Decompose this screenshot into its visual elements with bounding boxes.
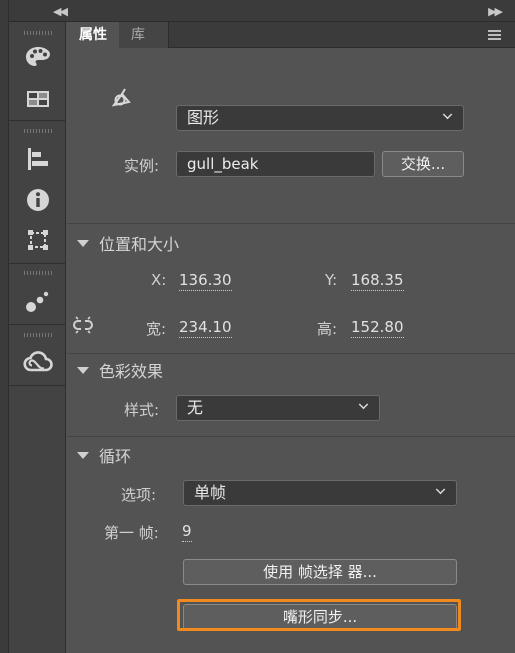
toolbar-separator (9, 385, 66, 386)
color-effect-title: 色彩效果 (99, 362, 164, 381)
toolbar-separator (9, 324, 66, 325)
color-style-dropdown[interactable]: 无 (176, 395, 380, 421)
panel-menu-icon[interactable] (488, 30, 501, 40)
collapse-triangle-icon (77, 367, 89, 374)
width-label: 宽: (146, 320, 167, 338)
color-style-value: 无 (187, 398, 204, 417)
height-label: 高: (317, 320, 338, 338)
section-divider (67, 436, 515, 437)
y-label: Y: (325, 271, 338, 289)
tab-library[interactable]: 库 (119, 22, 169, 48)
chevron-down-icon (435, 484, 446, 495)
position-size-header[interactable]: 位置和大小 (77, 231, 179, 255)
color-effect-header[interactable]: 色彩效果 (77, 358, 163, 382)
looping-header[interactable]: 循环 (77, 443, 131, 467)
style-label: 样式: (124, 401, 160, 419)
y-value[interactable]: 168.35 (351, 271, 404, 291)
use-frame-picker-button[interactable]: 使用 帧选择 器... (183, 559, 457, 585)
toolbar-grip[interactable] (24, 333, 52, 337)
chevron-down-icon (442, 109, 453, 120)
collapse-triangle-icon (77, 240, 89, 247)
height-value[interactable]: 152.80 (351, 318, 404, 338)
link-proportions-icon[interactable] (73, 316, 93, 338)
outer-left-edge (0, 0, 9, 653)
loop-options-value: 单帧 (194, 483, 227, 502)
panel-icon-column (9, 22, 66, 653)
swatches-icon[interactable] (23, 84, 53, 114)
width-value[interactable]: 234.10 (179, 318, 232, 338)
symbol-type-dropdown[interactable]: 图形 (176, 105, 464, 131)
collapse-left-icon[interactable]: ◀◀ (53, 5, 68, 18)
align-icon[interactable] (23, 144, 53, 174)
swap-button[interactable]: 交换... (382, 151, 464, 177)
highlight-outline (177, 599, 461, 631)
toolbar-separator (9, 120, 66, 121)
collapse-triangle-icon (77, 452, 89, 459)
toolbar-grip[interactable] (24, 271, 52, 275)
panel-tab-bar: 属性 库 (67, 22, 515, 48)
palette-icon[interactable] (23, 42, 53, 72)
toolbar-grip[interactable] (24, 129, 52, 133)
graphic-symbol-icon (111, 86, 133, 112)
toolbar-grip[interactable] (24, 31, 52, 35)
panel-dock-header: ◀◀ ▶▶ (9, 0, 515, 22)
motion-presets-icon[interactable] (23, 286, 53, 316)
first-frame-value[interactable]: 9 (182, 522, 192, 542)
section-divider (67, 353, 515, 354)
instance-name-label: 实例: (124, 157, 160, 175)
x-value[interactable]: 136.30 (179, 271, 232, 291)
tab-properties[interactable]: 属性 (67, 22, 119, 48)
loop-options-label: 选项: (121, 486, 157, 504)
position-size-title: 位置和大小 (99, 235, 180, 254)
first-frame-label: 第一 帧: (104, 524, 159, 542)
x-label: X: (151, 271, 167, 289)
info-icon[interactable] (23, 185, 53, 215)
symbol-type-value: 图形 (187, 108, 220, 127)
instance-name-field[interactable]: gull_beak (176, 151, 375, 177)
section-divider (67, 223, 515, 224)
collapse-right-icon[interactable]: ▶▶ (488, 5, 503, 18)
toolbar-separator (9, 263, 66, 264)
properties-panel: 属性 库 图形 实例: gull_beak 交换... 位置和大小 X: 136… (67, 22, 515, 653)
creative-cloud-icon[interactable] (23, 347, 53, 377)
loop-options-dropdown[interactable]: 单帧 (183, 480, 457, 506)
looping-title: 循环 (99, 447, 132, 466)
chevron-down-icon (358, 399, 369, 410)
transform-icon[interactable] (23, 225, 53, 255)
